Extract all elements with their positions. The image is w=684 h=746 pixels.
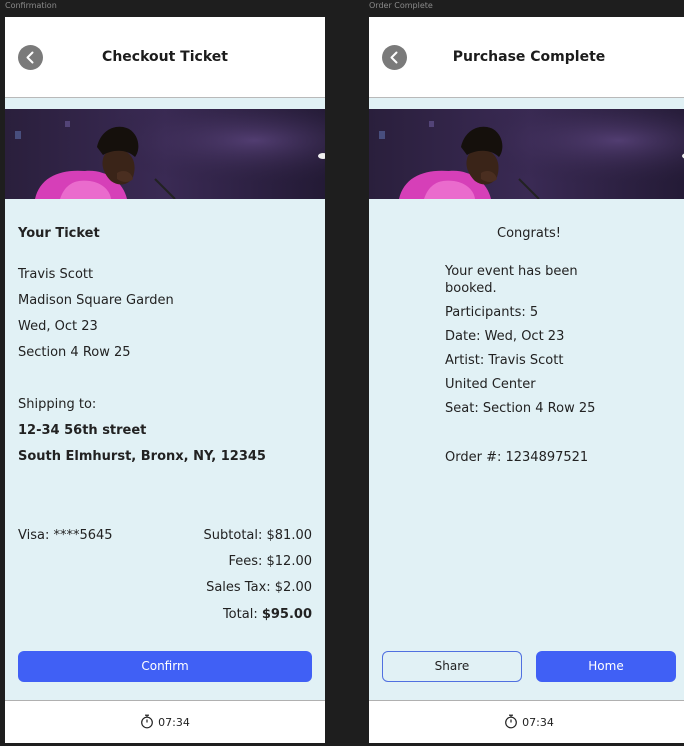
address-line2: South Elmhurst, Bronx, NY, 12345 xyxy=(18,449,266,464)
event-date: Date: Wed, Oct 23 xyxy=(445,329,564,344)
booking-message-line1: Your event has been xyxy=(445,264,578,279)
total: Total: $95.00 xyxy=(223,607,312,622)
timer: 07:34 xyxy=(5,714,325,729)
payment-method: Visa: ****5645 xyxy=(18,528,113,543)
header: Purchase Complete xyxy=(369,17,684,98)
timer-value: 07:34 xyxy=(522,716,554,729)
section-heading: Your Ticket xyxy=(18,226,100,241)
frame-label-confirmation: Confirmation xyxy=(5,1,57,10)
timer: 07:34 xyxy=(369,714,684,729)
artist: Artist: Travis Scott xyxy=(445,353,563,368)
date-label: Date: xyxy=(445,329,485,344)
artist-label: Artist: xyxy=(445,353,489,368)
shipping-label: Shipping to: xyxy=(18,397,97,412)
total-value: $95.00 xyxy=(261,607,312,622)
stopwatch-icon xyxy=(505,714,518,729)
footer: 07:34 xyxy=(5,700,325,743)
order-number: Order #: 1234897521 xyxy=(445,450,589,465)
header: Checkout Ticket xyxy=(5,17,325,98)
venue-name: United Center xyxy=(445,377,536,392)
stopwatch-icon xyxy=(141,714,154,729)
checkout-screen: Checkout Ticket Your Ticket Travis Scott… xyxy=(5,17,325,743)
purchase-complete-screen: Purchase Complete Congrats! Your event h… xyxy=(369,17,684,743)
concert-image xyxy=(5,109,325,199)
participants: Participants: 5 xyxy=(445,305,539,320)
artist-value: Travis Scott xyxy=(488,353,564,368)
seat-label: Seat: xyxy=(445,401,483,416)
share-button[interactable]: Share xyxy=(382,651,522,682)
home-button[interactable]: Home xyxy=(536,651,676,682)
date-value: Wed, Oct 23 xyxy=(484,329,565,344)
footer: 07:34 xyxy=(369,700,684,743)
subtotal: Subtotal: $81.00 xyxy=(203,528,312,543)
fees: Fees: $12.00 xyxy=(228,554,312,569)
concert-image xyxy=(369,109,684,199)
event-date: Wed, Oct 23 xyxy=(18,319,98,334)
page-title: Purchase Complete xyxy=(452,49,606,65)
artist-name: Travis Scott xyxy=(18,267,94,282)
timer-value: 07:34 xyxy=(158,716,190,729)
booking-message-line2: booked. xyxy=(445,281,497,296)
congrats-heading: Congrats! xyxy=(497,226,561,241)
frame-label-order-complete: Order Complete xyxy=(369,1,433,10)
confirm-button[interactable]: Confirm xyxy=(18,651,312,682)
sales-tax: Sales Tax: $2.00 xyxy=(206,580,312,595)
seat-value: Section 4 Row 25 xyxy=(482,401,596,416)
venue-name: Madison Square Garden xyxy=(18,293,174,308)
page-title: Checkout Ticket xyxy=(102,49,228,65)
address-line1: 12-34 56th street xyxy=(18,423,147,438)
total-label: Total: xyxy=(222,607,262,622)
seat-info: Seat: Section 4 Row 25 xyxy=(445,401,595,416)
seat-info: Section 4 Row 25 xyxy=(18,345,131,360)
